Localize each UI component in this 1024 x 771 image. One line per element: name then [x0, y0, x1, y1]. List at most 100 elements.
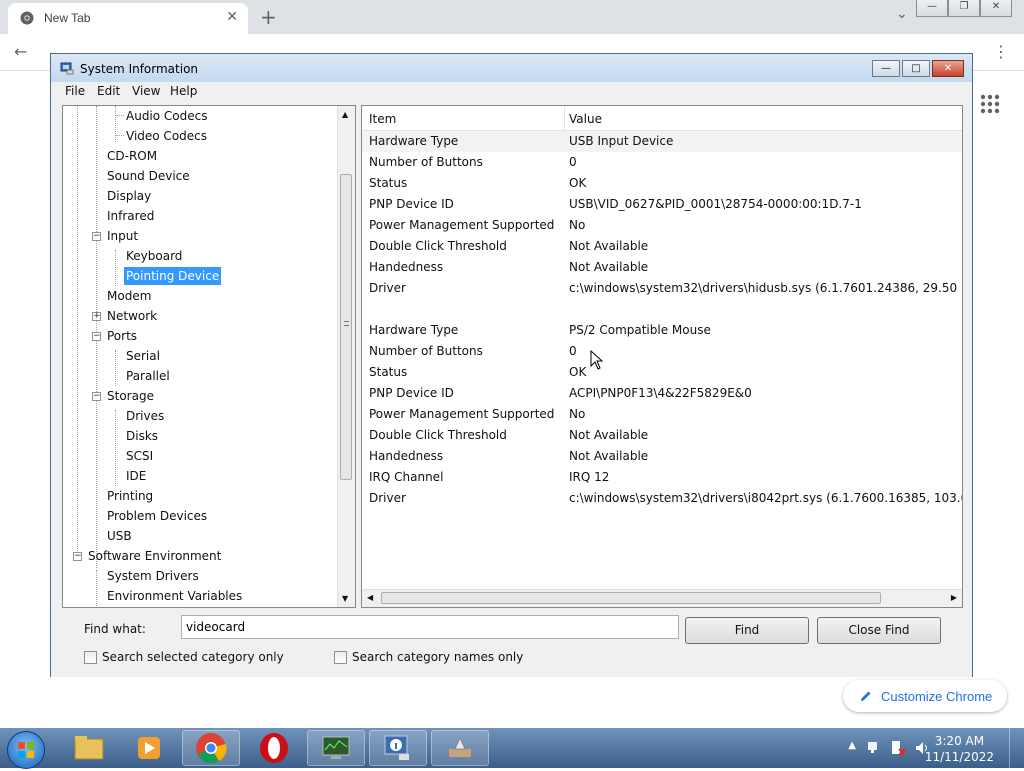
tree-item-storage[interactable]: Storage	[105, 387, 156, 405]
show-hidden-icons-icon[interactable]: ▲	[848, 740, 856, 751]
tree-item-drives[interactable]: Drives	[124, 407, 166, 425]
scroll-thumb[interactable]	[340, 174, 352, 480]
tree-item-input[interactable]: Input	[105, 227, 140, 245]
tree-item-printing[interactable]: Printing	[105, 487, 155, 505]
menu-file[interactable]: File	[65, 84, 85, 98]
table-row[interactable]: Hardware Type USB Input Device	[362, 131, 962, 152]
tab-close-icon[interactable]: ✕	[226, 9, 238, 25]
menu-icon[interactable]: ⋮	[993, 42, 1009, 61]
details-list[interactable]: Item Value Hardware Type USB Input Device…	[361, 105, 963, 608]
tree-item-software-environment[interactable]: Software Environment	[86, 547, 223, 565]
tree-item-keyboard[interactable]: Keyboard	[124, 247, 184, 265]
taskbar-media-player[interactable]	[120, 730, 178, 766]
scroll-thumb[interactable]	[381, 592, 881, 604]
tree-item-audio-codecs[interactable]: Audio Codecs	[124, 107, 210, 125]
tree-item-environment-variables[interactable]: Environment Variables	[105, 587, 244, 605]
table-row[interactable]: Number of Buttons 0	[362, 152, 962, 173]
tree-item-problem-devices[interactable]: Problem Devices	[105, 507, 209, 525]
menu-help[interactable]: Help	[170, 84, 197, 98]
tree-item-ide[interactable]: IDE	[124, 467, 148, 485]
taskbar-app[interactable]	[431, 730, 489, 766]
tree-item-serial[interactable]: Serial	[124, 347, 162, 365]
collapse-icon[interactable]: −	[92, 232, 101, 241]
table-row[interactable]: Number of Buttons 0	[362, 341, 962, 362]
taskbar-opera[interactable]	[245, 730, 303, 766]
table-row[interactable]: Handedness Not Available	[362, 446, 962, 467]
column-header-item[interactable]: Item	[369, 112, 396, 126]
column-separator[interactable]	[564, 106, 565, 130]
tree-item-display[interactable]: Display	[105, 187, 153, 205]
apps-grid-icon[interactable]	[980, 94, 1000, 114]
table-row[interactable]: Hardware Type PS/2 Compatible Mouse	[362, 320, 962, 341]
table-row[interactable]: Power Management Supported No	[362, 404, 962, 425]
tree-item-pointing-device[interactable]: Pointing Device	[124, 267, 222, 285]
checkbox-box[interactable]	[334, 650, 347, 664]
find-what-input[interactable]	[181, 615, 679, 639]
tree-item-system-drivers[interactable]: System Drivers	[105, 567, 201, 585]
table-row[interactable]: Power Management Supported No	[362, 215, 962, 236]
table-row[interactable]: Driver c:\windows\system32\drivers\i8042p…	[362, 488, 962, 509]
table-row[interactable]: IRQ Channel IRQ 12	[362, 467, 962, 488]
tree-item-cd-rom[interactable]: CD-ROM	[105, 147, 159, 165]
details-horizontal-scrollbar[interactable]: ◀ ▶	[362, 589, 962, 607]
table-row[interactable]: Double Click Threshold Not Available	[362, 236, 962, 257]
collapse-icon[interactable]: −	[92, 332, 101, 341]
scroll-down-icon[interactable]: ▼	[342, 594, 348, 603]
tree-item-infrared[interactable]: Infrared	[105, 207, 156, 225]
tree-item-ports[interactable]: Ports	[105, 327, 139, 345]
table-row[interactable]: Handedness Not Available	[362, 257, 962, 278]
search-category-names-checkbox[interactable]: Search category names only	[334, 650, 523, 664]
minimize-button[interactable]: —	[872, 60, 900, 77]
tree-item-modem[interactable]: Modem	[105, 287, 153, 305]
window-titlebar[interactable]: System Information — □ ✕	[51, 54, 972, 82]
start-button[interactable]	[7, 731, 45, 769]
tab-search-icon[interactable]: ⌄	[896, 6, 908, 22]
collapse-icon[interactable]: −	[92, 392, 101, 401]
taskbar-explorer[interactable]	[60, 730, 118, 766]
tree-item-sound-device[interactable]: Sound Device	[105, 167, 192, 185]
close-icon[interactable]: ✕	[980, 0, 1012, 17]
taskbar-system-information[interactable]	[369, 730, 427, 766]
tree-item-usb[interactable]: USB	[105, 527, 134, 545]
tree-item-scsi[interactable]: SCSI	[124, 447, 155, 465]
table-row[interactable]: Status OK	[362, 362, 962, 383]
network-icon[interactable]	[866, 740, 882, 756]
table-row[interactable]: Driver c:\windows\system32\drivers\hidusb…	[362, 278, 962, 299]
tree-item-video-codecs[interactable]: Video Codecs	[124, 127, 209, 145]
find-button[interactable]: Find	[685, 617, 809, 644]
table-row[interactable]: PNP Device ID ACPI\PNP0F13\4&22F5829E&0	[362, 383, 962, 404]
table-row[interactable]: Double Click Threshold Not Available	[362, 425, 962, 446]
tree-item-network[interactable]: Network	[105, 307, 159, 325]
restore-icon[interactable]: ❐	[948, 0, 980, 17]
tree-item-disks[interactable]: Disks	[124, 427, 160, 445]
menu-edit[interactable]: Edit	[97, 84, 120, 98]
action-center-icon[interactable]	[890, 740, 906, 756]
expand-icon[interactable]: +	[92, 312, 101, 321]
maximize-button[interactable]: □	[902, 60, 930, 77]
tree-item-parallel[interactable]: Parallel	[124, 367, 172, 385]
taskbar-task-manager[interactable]	[307, 730, 365, 766]
scroll-up-icon[interactable]: ▲	[342, 110, 348, 119]
tree-vertical-scrollbar[interactable]: ▲ ▼	[337, 106, 355, 607]
scroll-right-icon[interactable]: ▶	[951, 593, 957, 602]
close-find-button[interactable]: Close Find	[817, 617, 941, 644]
table-row[interactable]: Status OK	[362, 173, 962, 194]
table-row[interactable]	[362, 299, 962, 320]
chrome-tab[interactable]: New Tab ✕	[8, 3, 248, 34]
table-row[interactable]: PNP Device ID USB\VID_0627&PID_0001\28754…	[362, 194, 962, 215]
close-button[interactable]: ✕	[932, 60, 964, 77]
customize-chrome-button[interactable]: Customize Chrome	[843, 680, 1007, 712]
minimize-icon[interactable]: —	[916, 0, 948, 17]
search-selected-category-checkbox[interactable]: Search selected category only	[84, 650, 284, 664]
new-tab-button[interactable]: +	[260, 5, 277, 29]
checkbox-box[interactable]	[84, 650, 97, 664]
category-tree[interactable]: Audio Codecs Video Codecs CD-ROM Sound D…	[62, 105, 356, 608]
menu-view[interactable]: View	[132, 84, 160, 98]
scroll-left-icon[interactable]: ◀	[367, 593, 373, 602]
back-icon[interactable]: ←	[14, 42, 27, 61]
clock[interactable]: 3:20 AM 11/11/2022	[925, 733, 994, 765]
column-header-value[interactable]: Value	[569, 112, 602, 126]
show-desktop-button[interactable]	[1009, 728, 1024, 768]
taskbar-chrome[interactable]	[182, 730, 240, 766]
collapse-icon[interactable]: −	[73, 552, 82, 561]
